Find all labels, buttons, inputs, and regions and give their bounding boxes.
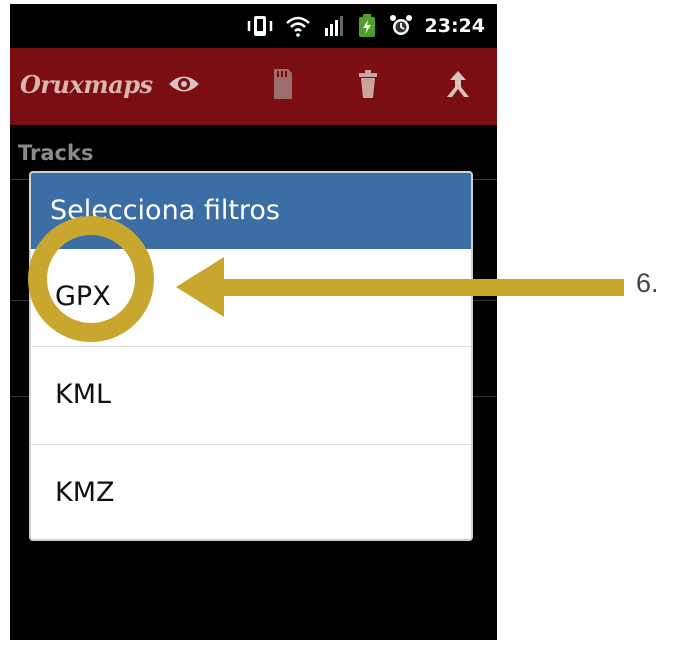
wifi-icon — [285, 14, 311, 38]
eye-button[interactable] — [162, 64, 206, 108]
sd-card-button[interactable] — [260, 64, 304, 108]
option-label: KMZ — [55, 477, 115, 508]
vibrate-icon — [247, 14, 273, 38]
signal-icon — [323, 14, 345, 38]
share-button[interactable] — [436, 64, 480, 108]
trash-button[interactable] — [346, 64, 390, 108]
step-number: 6. — [636, 268, 659, 298]
sd-card-icon — [270, 67, 294, 105]
status-time: 23:24 — [424, 15, 485, 37]
section-title: Tracks — [18, 141, 94, 165]
option-label: KML — [55, 379, 112, 410]
eye-icon — [167, 73, 201, 99]
share-icon — [444, 69, 472, 103]
option-kmz[interactable]: KMZ — [31, 445, 471, 539]
alarm-icon — [389, 14, 413, 38]
action-bar: Oruxmaps — [10, 48, 497, 125]
trash-icon — [356, 69, 380, 103]
status-bar: 23:24 — [10, 4, 497, 48]
highlight-ring — [28, 216, 154, 342]
option-kml[interactable]: KML — [31, 347, 471, 445]
arrow-shaft — [214, 279, 624, 296]
app-logo[interactable]: Oruxmaps — [20, 70, 153, 99]
battery-icon — [357, 14, 377, 38]
status-icons: 23:24 — [247, 12, 485, 40]
